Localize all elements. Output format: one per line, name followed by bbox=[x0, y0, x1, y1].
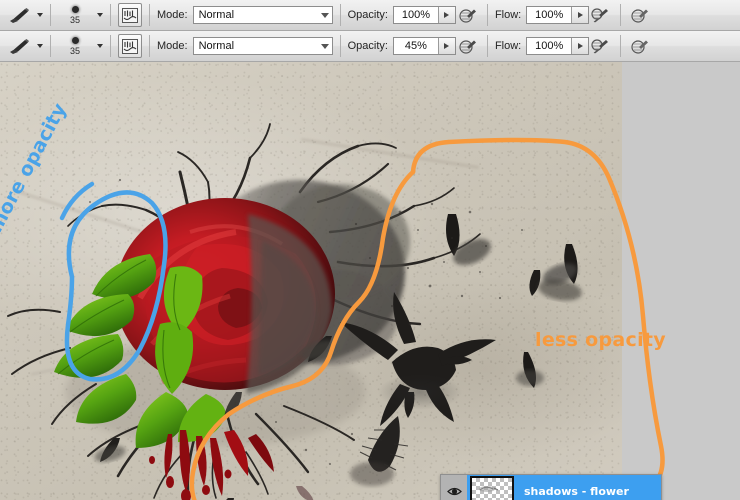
tablet-pressure-opacity-icon[interactable] bbox=[456, 4, 480, 26]
opacity-value: 100% bbox=[401, 9, 430, 21]
blend-mode-value: Normal bbox=[198, 9, 235, 21]
opacity-label: Opacity: bbox=[347, 9, 388, 21]
flow-field[interactable]: 100% bbox=[526, 6, 590, 24]
tablet-pressure-opacity-icon[interactable] bbox=[456, 35, 480, 57]
tablet-pressure-flow-icon[interactable] bbox=[628, 35, 652, 57]
eye-icon bbox=[446, 487, 462, 495]
brush-tool-icon[interactable] bbox=[6, 35, 32, 57]
brush-tip-dot-icon bbox=[71, 6, 79, 13]
blend-mode-select[interactable]: Normal bbox=[192, 6, 333, 24]
opacity-label: Opacity: bbox=[347, 40, 388, 52]
divider bbox=[149, 4, 150, 26]
divider bbox=[339, 4, 341, 26]
layer-visibility-toggle[interactable] bbox=[441, 475, 467, 500]
blood-splatter bbox=[149, 430, 274, 500]
chevron-down-icon bbox=[320, 43, 329, 49]
brush-panel-icon[interactable] bbox=[118, 34, 142, 58]
opacity-value: 45% bbox=[404, 40, 427, 52]
brush-size-indicator[interactable]: 35 bbox=[58, 1, 92, 29]
rose-composition-illustration bbox=[7, 123, 582, 500]
artwork-image[interactable] bbox=[0, 62, 622, 500]
blend-mode-select[interactable]: Normal bbox=[192, 37, 333, 55]
layer-row[interactable]: shadows - flower bbox=[441, 475, 661, 500]
brush-size-indicator[interactable]: 35 bbox=[58, 32, 92, 60]
layer-thumbnail[interactable] bbox=[470, 476, 514, 500]
brush-size-chevron-down-icon[interactable] bbox=[97, 44, 103, 48]
brush-panel-icon[interactable] bbox=[118, 3, 142, 27]
mode-label: Mode: bbox=[157, 40, 188, 52]
divider bbox=[339, 35, 341, 57]
document-canvas-area[interactable]: more opacity less opacity shadows - flow… bbox=[0, 62, 740, 500]
opacity-slider-stepper[interactable] bbox=[437, 7, 455, 23]
brush-preset-chevron-down-icon[interactable] bbox=[37, 44, 43, 48]
chevron-down-icon bbox=[320, 12, 329, 18]
layers-panel[interactable]: shadows - flower fx bbox=[440, 474, 662, 500]
divider bbox=[110, 35, 111, 57]
flow-value: 100% bbox=[535, 40, 564, 52]
divider bbox=[620, 4, 622, 26]
divider bbox=[50, 4, 51, 26]
photoshop-screenshot: 35 Mode: Normal Opacity: 100% Flow: 100%… bbox=[0, 0, 740, 500]
blend-mode-value: Normal bbox=[198, 40, 235, 52]
brush-size-chevron-down-icon[interactable] bbox=[97, 13, 103, 17]
divider bbox=[486, 35, 488, 57]
flow-slider-stepper[interactable] bbox=[571, 38, 589, 54]
options-bar-bottom: 35 Mode: Normal Opacity: 45% Flow: 100% bbox=[0, 31, 740, 62]
flow-label: Flow: bbox=[494, 9, 522, 21]
brush-size-value: 35 bbox=[69, 15, 80, 25]
brush-preset-chevron-down-icon[interactable] bbox=[37, 13, 43, 17]
opacity-field[interactable]: 45% bbox=[392, 37, 456, 55]
brush-size-value: 35 bbox=[69, 46, 80, 56]
airbrush-icon[interactable] bbox=[589, 35, 613, 57]
options-bar-top: 35 Mode: Normal Opacity: 100% Flow: 100% bbox=[0, 0, 740, 31]
mode-label: Mode: bbox=[157, 9, 188, 21]
brush-tip-dot-icon bbox=[71, 37, 79, 44]
divider bbox=[486, 4, 488, 26]
opacity-field[interactable]: 100% bbox=[392, 6, 456, 24]
less-opacity-annotation-text: less opacity bbox=[535, 329, 666, 351]
flow-field[interactable]: 100% bbox=[526, 37, 590, 55]
opacity-slider-stepper[interactable] bbox=[437, 38, 455, 54]
flow-value: 100% bbox=[535, 9, 564, 21]
layer-name: shadows - flower bbox=[524, 484, 629, 498]
flow-label: Flow: bbox=[494, 40, 522, 52]
brush-tool-icon[interactable] bbox=[6, 4, 32, 26]
divider bbox=[50, 35, 51, 57]
divider bbox=[110, 4, 111, 26]
airbrush-icon[interactable] bbox=[589, 4, 613, 26]
tablet-pressure-flow-icon[interactable] bbox=[628, 4, 652, 26]
divider bbox=[620, 35, 622, 57]
flow-slider-stepper[interactable] bbox=[571, 7, 589, 23]
divider bbox=[149, 35, 150, 57]
